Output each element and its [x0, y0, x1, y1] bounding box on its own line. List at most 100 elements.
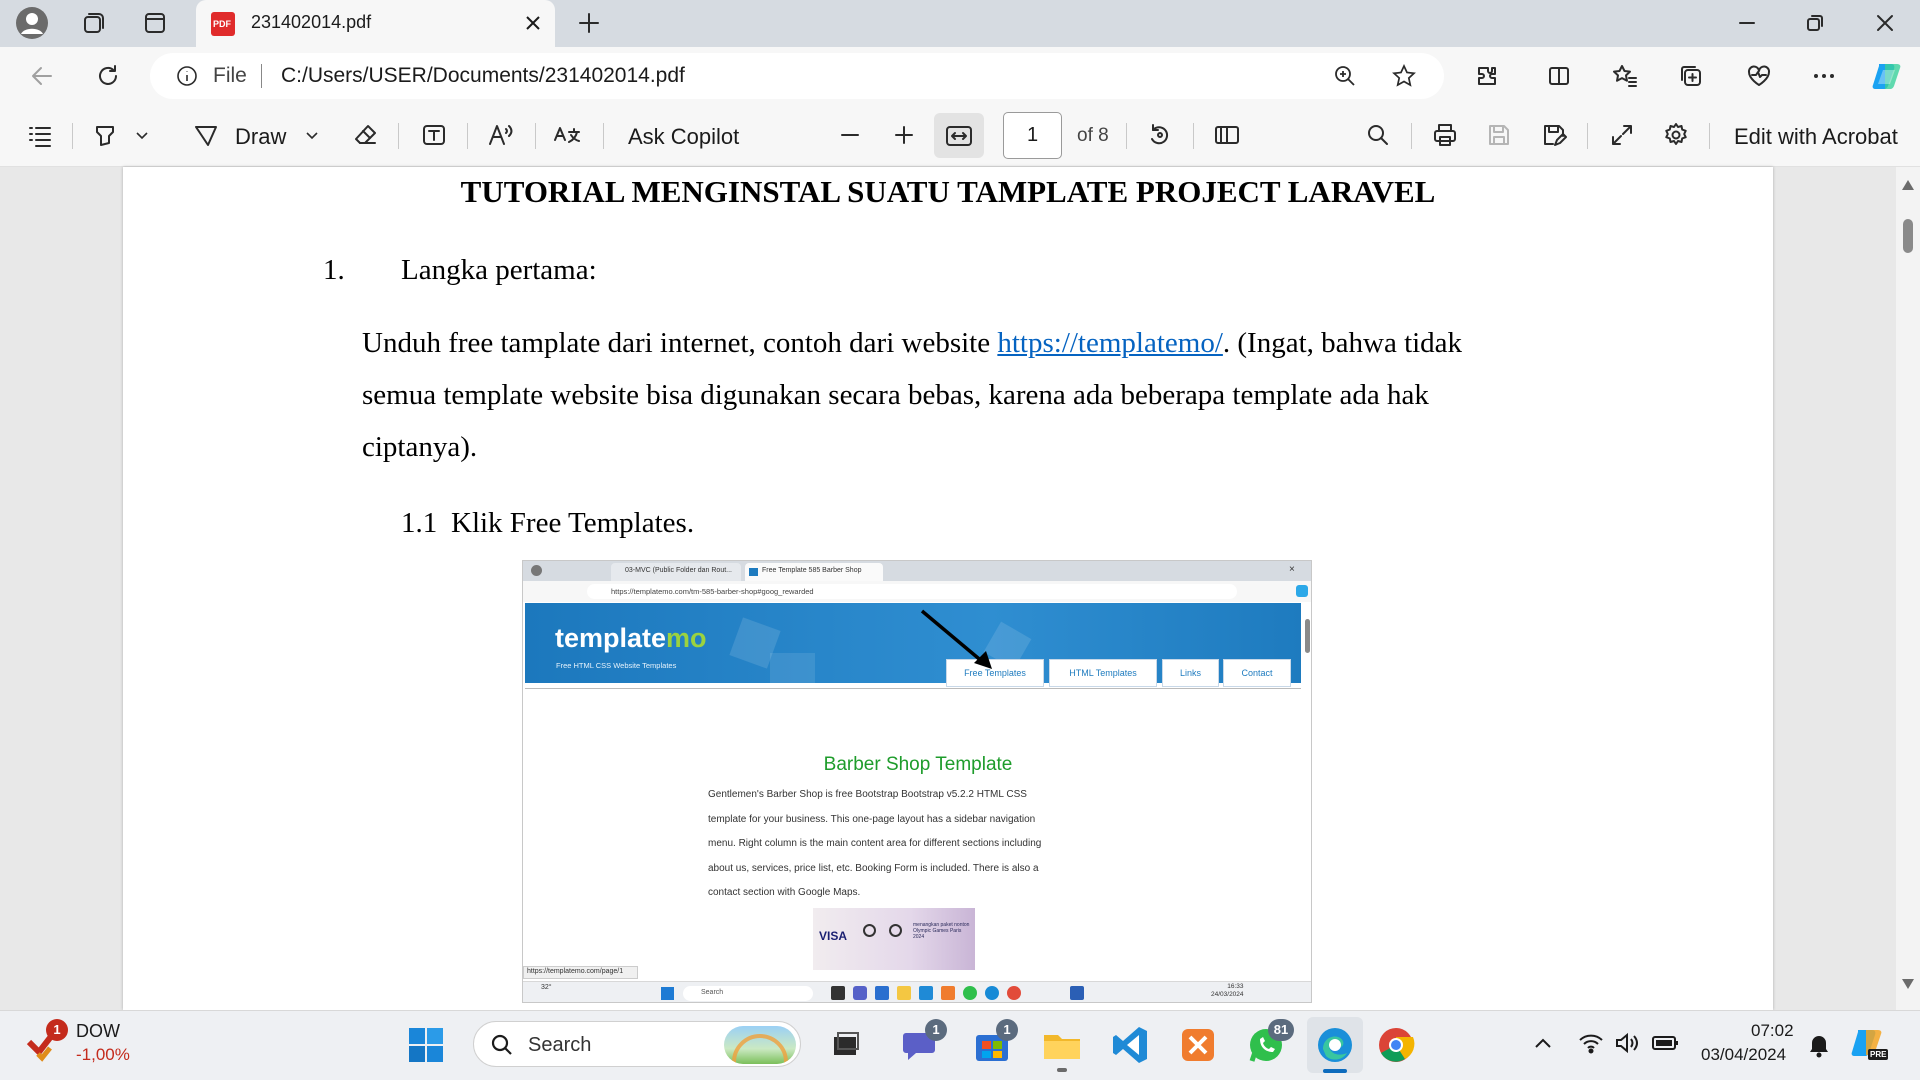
toolbar-divider [1709, 123, 1710, 149]
stock-change[interactable]: -1,00% [76, 1045, 130, 1065]
edge-taskbar-icon[interactable] [1307, 1017, 1363, 1073]
paragraph-text: Unduh free tamplate dari internet, conto… [362, 327, 998, 359]
templatemo-link[interactable]: https://templatemo/ [997, 327, 1223, 359]
draw-label[interactable]: Draw [235, 124, 286, 150]
file-explorer-icon[interactable] [1040, 1023, 1084, 1067]
draw-dropdown-icon[interactable] [303, 126, 321, 144]
collections-icon[interactable] [1668, 53, 1714, 99]
address-prefix: File [213, 64, 247, 87]
ask-copilot-button[interactable]: Ask Copilot [628, 124, 739, 150]
templatemo-header: templatemo Free HTML CSS Website Templat… [525, 603, 1301, 698]
active-tab[interactable]: PDF 231402014.pdf [196, 0, 555, 47]
minimize-icon[interactable] [1724, 0, 1770, 46]
clock-date[interactable]: 03/04/2024 [1701, 1045, 1786, 1065]
contents-list-icon[interactable] [17, 112, 63, 158]
workspaces-icon[interactable] [70, 0, 116, 46]
page-number-input[interactable]: 1 [1003, 112, 1062, 159]
scroll-up-icon[interactable] [1901, 179, 1915, 191]
task-view-icon[interactable] [824, 1023, 868, 1067]
battery-icon[interactable] [1651, 1031, 1679, 1055]
embedded-screenshot: 03-MVC (Public Folder dan Rout... Free T… [522, 560, 1312, 1003]
fit-to-width-icon[interactable] [934, 113, 984, 158]
scroll-down-icon[interactable] [1901, 978, 1915, 990]
refresh-icon[interactable] [85, 53, 131, 99]
full-screen-icon[interactable] [1599, 112, 1645, 158]
translate-icon[interactable] [545, 112, 591, 158]
paragraph-text: . (Ingat, bahwa tidak [1222, 327, 1463, 359]
window-close-icon[interactable] [1862, 0, 1908, 46]
address-text: C:/Users/USER/Documents/231402014.pdf [281, 64, 685, 87]
templatemo-logo: templatemo [555, 623, 707, 653]
profile-avatar[interactable] [9, 0, 55, 46]
shot-scrollbar [1305, 619, 1310, 653]
split-screen-icon[interactable] [1536, 53, 1582, 99]
scrollbar-thumb[interactable] [1903, 219, 1913, 253]
shot-address-bar: https://templatemo.com/tm-585-barber-sho… [587, 584, 1237, 599]
vertical-scrollbar[interactable] [1896, 167, 1920, 1010]
toolbar-divider [398, 123, 399, 149]
back-icon[interactable] [19, 53, 65, 99]
tab-actions-icon[interactable] [132, 0, 178, 46]
toolbar-divider [603, 123, 604, 149]
edit-with-acrobat-button[interactable]: Edit with Acrobat [1734, 124, 1898, 150]
extensions-icon[interactable] [1464, 53, 1510, 99]
copilot-taskbar-icon[interactable]: PRE [1848, 1027, 1889, 1063]
substep-number: 1.1 [401, 507, 438, 539]
zoom-out-icon[interactable] [827, 112, 873, 158]
info-icon[interactable] [176, 65, 198, 87]
running-indicator [1057, 1068, 1067, 1072]
shot-nav-links: Links [1162, 659, 1219, 687]
zoom-icon[interactable] [1333, 64, 1357, 88]
toolbar-divider [1411, 123, 1412, 149]
volume-icon[interactable] [1614, 1031, 1640, 1055]
close-tab-icon[interactable] [521, 11, 545, 35]
more-options-icon[interactable] [1801, 53, 1847, 99]
shot-tab-1: 03-MVC (Public Folder dan Rout... [611, 563, 741, 581]
text-box-icon[interactable] [411, 112, 457, 158]
taskbar-search-placeholder: Search [528, 1034, 592, 1056]
step-number: 1. [323, 254, 345, 286]
stock-name[interactable]: DOW [76, 1021, 120, 1042]
paragraph-line-1: Unduh free tamplate dari internet, conto… [362, 327, 1462, 360]
zoom-in-icon[interactable] [881, 112, 927, 158]
erase-icon[interactable] [343, 112, 389, 158]
taskbar-search-box[interactable]: Search [473, 1021, 801, 1067]
shot-body-text: Gentlemen's Barber Shop is free Bootstra… [708, 789, 1042, 898]
windows-start-icon[interactable] [408, 1027, 444, 1063]
store-badge: 1 [996, 1019, 1018, 1041]
stock-notification-badge: 1 [46, 1019, 68, 1041]
wifi-icon[interactable] [1578, 1031, 1604, 1055]
save-as-icon[interactable] [1531, 112, 1577, 158]
highlight-icon[interactable] [82, 112, 128, 158]
highlight-dropdown-icon[interactable] [133, 126, 151, 144]
active-app-indicator [1323, 1069, 1347, 1073]
page-view-icon[interactable] [1204, 112, 1250, 158]
copilot-pre-label: PRE [1868, 1049, 1889, 1060]
clock-time[interactable]: 07:02 [1751, 1021, 1794, 1041]
settings-gear-icon[interactable] [1653, 112, 1699, 158]
chrome-icon[interactable] [1374, 1023, 1418, 1067]
rotate-icon[interactable] [1137, 112, 1183, 158]
address-bar[interactable]: File C:/Users/USER/Documents/231402014.p… [150, 53, 1444, 99]
save-icon[interactable] [1476, 112, 1522, 158]
show-hidden-icons[interactable] [1532, 1033, 1554, 1055]
toolbar-divider [535, 123, 536, 149]
browser-essentials-icon[interactable] [1736, 53, 1782, 99]
vscode-icon[interactable] [1109, 1023, 1153, 1067]
draw-icon[interactable] [183, 112, 229, 158]
new-tab-button[interactable] [566, 0, 612, 46]
shot-close-icon: × [1289, 564, 1295, 575]
shot-heading: Barber Shop Template [823, 754, 1013, 775]
restore-icon[interactable] [1792, 0, 1838, 46]
read-aloud-icon[interactable] [478, 112, 524, 158]
favorite-star-icon[interactable] [1392, 64, 1416, 88]
find-icon[interactable] [1355, 112, 1401, 158]
toolbar-divider [72, 123, 73, 149]
favorites-icon[interactable] [1602, 53, 1648, 99]
toolbar-divider [1193, 123, 1194, 149]
print-icon[interactable] [1422, 112, 1468, 158]
shot-copilot-icon [1296, 585, 1308, 597]
xampp-icon[interactable] [1176, 1023, 1220, 1067]
copilot-icon[interactable] [1864, 53, 1910, 99]
notification-bell-icon[interactable] [1807, 1033, 1831, 1059]
